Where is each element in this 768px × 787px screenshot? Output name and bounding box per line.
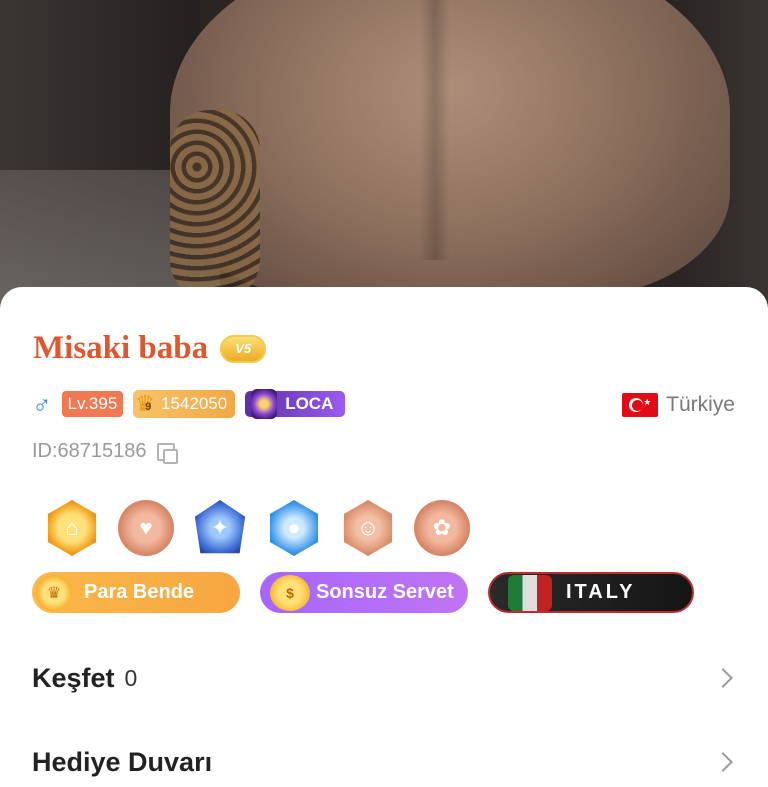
house-medal-icon[interactable]: ⌂ — [47, 500, 97, 556]
user-id-row: ID:68715186 — [32, 440, 178, 464]
medal-list: ⌂ ♥ ✦ ● ☺ ✿ — [44, 500, 470, 556]
tag-list: ♛ Para Bende $ Sonsuz Servet ITALY — [32, 572, 694, 613]
wealth-badge[interactable]: ♛ 9 1542050 — [133, 390, 236, 418]
profile-name: Misaki baba — [33, 330, 209, 366]
crown-icon: ♛ 9 — [135, 391, 156, 416]
sonsuz-servet-label: Sonsuz Servet — [316, 581, 454, 603]
para-bende-tag[interactable]: ♛ Para Bende — [32, 572, 240, 613]
cover-pattern — [170, 110, 260, 300]
user-id: ID:68715186 — [32, 440, 147, 462]
chevron-right-icon — [713, 668, 733, 688]
microphone-medal-icon[interactable]: ● — [269, 500, 319, 556]
vip-badge[interactable]: V5 — [220, 334, 267, 363]
hediye-duvari-label: Hediye Duvarı — [32, 746, 213, 777]
italy-label: ITALY — [566, 581, 636, 603]
italy-tag[interactable]: ITALY — [488, 572, 694, 613]
menu-item-kesfet[interactable]: Keşfet 0 — [32, 658, 736, 698]
family-emblem-icon — [251, 389, 278, 419]
kesfet-count: 0 — [124, 664, 138, 691]
heart-hand-medal-icon[interactable]: ♥ — [118, 500, 174, 556]
chevron-right-icon — [713, 752, 733, 772]
blue-wing-medal-icon[interactable]: ✦ — [194, 500, 246, 554]
profile-cover-photo[interactable] — [0, 0, 768, 310]
country-info: ★ Türkiye — [622, 393, 735, 417]
family-badge[interactable]: LOCA — [245, 389, 346, 419]
wealth-rank: 9 — [145, 401, 152, 413]
profile-name-row: Misaki baba V5 — [33, 330, 267, 367]
country-name: Türkiye — [666, 393, 735, 416]
coins-icon: $ — [270, 574, 310, 611]
crown-coin-icon: ♛ — [36, 574, 72, 611]
level-badge[interactable]: Lv.395 — [61, 391, 124, 417]
para-bende-label: Para Bende — [84, 581, 195, 603]
cover-shadow — [420, 0, 450, 260]
kesfet-label: Keşfet — [32, 662, 115, 693]
copy-icon[interactable] — [156, 442, 178, 464]
family-name: LOCA — [285, 394, 334, 413]
sonsuz-servet-tag[interactable]: $ Sonsuz Servet — [260, 572, 468, 613]
friends-medal-icon[interactable]: ☺ — [343, 500, 393, 556]
gender-male-icon: ♂ — [32, 389, 52, 419]
turkey-flag-icon: ★ — [622, 393, 659, 417]
italy-emblem-icon — [508, 574, 552, 611]
profile-meta-row: ♂ Lv.395 ♛ 9 1542050 LOCA — [32, 389, 346, 419]
gift-medal-icon[interactable]: ✿ — [414, 500, 470, 556]
wealth-value: 1542050 — [161, 394, 228, 413]
menu-item-hediye-duvari[interactable]: Hediye Duvarı — [32, 742, 736, 782]
